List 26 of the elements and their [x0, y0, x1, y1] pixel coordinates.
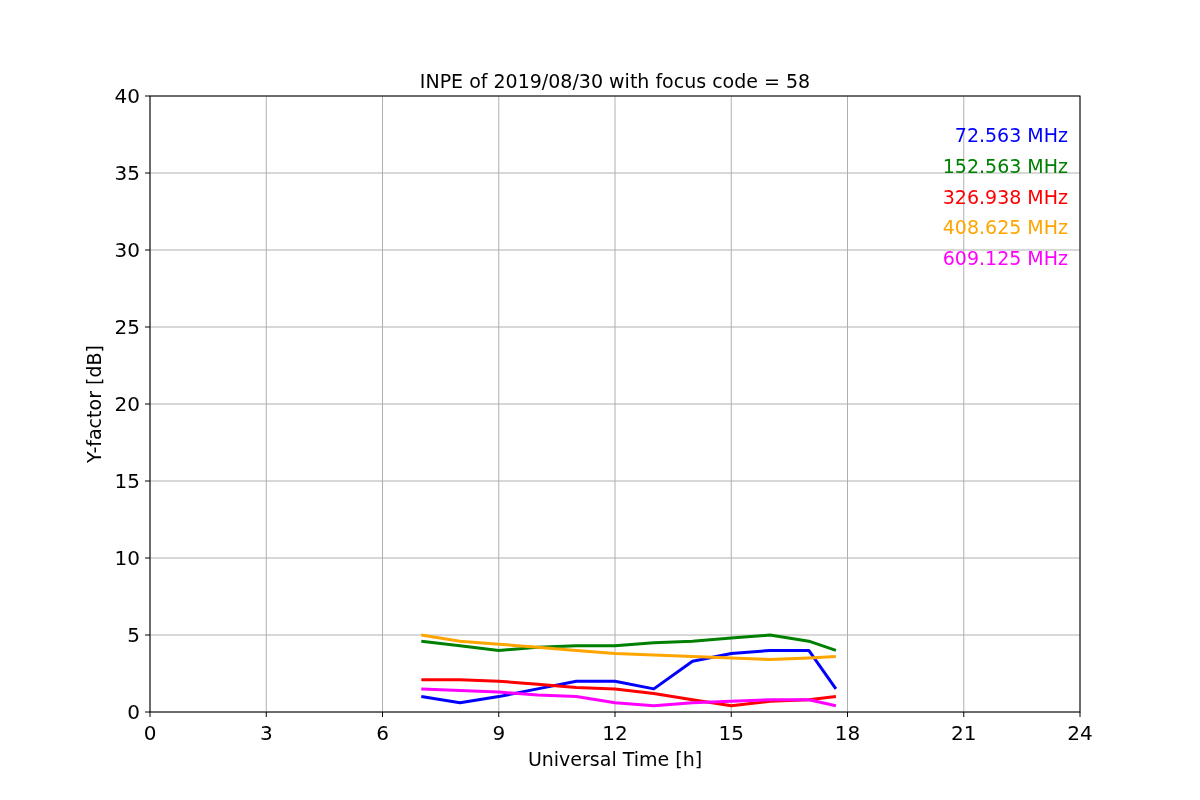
chart-title: INPE of 2019/08/30 with focus code = 58 — [419, 70, 811, 92]
tick-label: 40 — [114, 84, 140, 108]
tick-label: 9 — [492, 721, 506, 745]
tick-label: 30 — [114, 238, 140, 262]
tick-label: 18 — [834, 721, 861, 745]
legend-label: 408.625 MHz — [942, 216, 1068, 239]
legend-label: 326.938 MHz — [942, 185, 1068, 208]
tick-label: 3 — [259, 721, 273, 745]
tick-label: 15 — [114, 469, 140, 493]
tick-label: 5 — [127, 623, 140, 647]
x-axis-label: Universal Time [h] — [527, 748, 703, 770]
legend-label: 152.563 MHz — [942, 154, 1068, 177]
tick-label: 24 — [1067, 721, 1093, 745]
tick-label: 20 — [114, 392, 140, 416]
tick-label: 21 — [951, 721, 977, 745]
tick-label: 10 — [114, 546, 140, 570]
tick-label: 0 — [127, 700, 140, 724]
legend-label: 72.563 MHz — [954, 124, 1068, 146]
tick-label: 0 — [143, 721, 157, 745]
tick-label: 6 — [376, 721, 389, 745]
tick-label: 35 — [114, 161, 140, 185]
tick-label: 12 — [602, 721, 628, 745]
tick-label: 15 — [718, 721, 744, 745]
legend-label: 609.125 MHz — [942, 247, 1068, 270]
tick-label: 25 — [114, 315, 140, 339]
y-axis-label: Y-factor [dB] — [83, 345, 105, 463]
